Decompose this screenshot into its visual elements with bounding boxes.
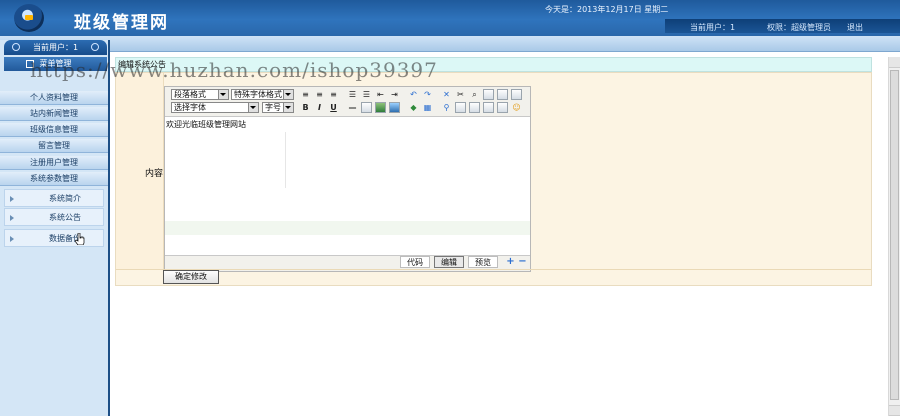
submit-button[interactable]: 确定修改 [163,270,219,284]
date-text: 今天是：2013年12月17日 星期二 [545,5,669,14]
font-size-select[interactable]: 字号 [262,102,294,113]
watermark-text: https://www.huzhan.com/ishop39397 [30,58,438,82]
form-row-divider [116,269,871,270]
role-text: 权限：超级管理员 [767,23,831,32]
sidebar-current-user: 当前用户：1 [4,40,107,55]
indent-icon[interactable]: ⇥ [389,89,400,100]
undo-icon[interactable]: ↶ [408,89,419,100]
app-title: 班级管理网 [74,13,169,33]
editor-background-line [285,132,286,188]
chevron-down-icon [250,106,256,109]
align-right-icon[interactable]: ≡ [328,89,339,100]
chevron-down-icon [285,106,291,109]
sidebar-item-system-params[interactable]: 系统参数管理 [0,172,108,186]
insert-link-icon[interactable]: ⚲ [441,102,452,113]
current-user-text: 当前用户：1 [690,23,736,32]
insert-media-icon[interactable] [389,102,400,113]
scroll-down-icon[interactable] [889,405,900,416]
sidebar-subitem-intro[interactable]: 系统简介 [4,189,104,207]
shrink-editor-icon[interactable]: − [518,257,527,267]
special-format-value: 特殊字体格式 [234,90,282,99]
mode-tab-code[interactable]: 代码 [400,256,430,268]
insert-date-icon[interactable] [469,102,480,113]
sidebar-item-news[interactable]: 站内新闻管理 [0,107,108,121]
bold-icon[interactable]: B [300,102,311,113]
insert-text-box-icon[interactable] [361,102,372,113]
paragraph-format-select[interactable]: 段落格式 [171,89,229,100]
sidebar-subitem-announcement[interactable]: 系统公告 [4,208,104,226]
chevron-right-icon [10,236,14,242]
copy-icon[interactable] [483,89,494,100]
sidebar-subitem-backup[interactable]: 数据备份 [4,229,104,247]
editor-content-area[interactable]: 欢迎光临班级管理网站 [165,116,530,256]
font-size-value: 字号 [265,103,281,112]
cut-icon[interactable]: ✂ [455,89,466,100]
underline-icon[interactable]: U [328,102,339,113]
sidebar-item-messages[interactable]: 留言管理 [0,139,108,153]
chevron-down-icon [220,93,226,96]
outdent-icon[interactable]: ⇤ [375,89,386,100]
italic-icon[interactable]: I [314,102,325,113]
paragraph-format-value: 段落格式 [174,90,206,99]
mode-tab-edit[interactable]: 编辑 [434,256,464,268]
mode-tab-preview[interactable]: 预览 [468,256,498,268]
print-icon[interactable] [511,89,522,100]
paste-icon[interactable] [497,89,508,100]
insert-table-icon[interactable]: ▦ [422,102,433,113]
user-icon [91,43,99,51]
rich-text-editor: 段落格式 特殊字体格式 ≡ ≡ ≡ ☰ ☰ ⇤ ⇥ ↶ ↷ ✕ ✂ ⌕ 选择字体… [164,86,531,272]
delete-icon[interactable]: ✕ [441,89,452,100]
logo-icon [14,4,44,32]
editor-content-text: 欢迎光临班级管理网站 [166,120,246,129]
chevron-right-icon [10,215,14,221]
redo-icon[interactable]: ↷ [422,89,433,100]
chevron-right-icon [10,196,14,202]
horizontal-rule-icon[interactable]: — [347,102,358,113]
unordered-list-icon[interactable]: ☰ [361,89,372,100]
sidebar-subitem-label: 系统简介 [49,194,81,203]
editor-background-band [165,221,530,235]
sidebar-current-user-label: 当前用户：1 [32,43,79,52]
insert-flash-icon[interactable]: ◆ [408,102,419,113]
sidebar-item-users[interactable]: 注册用户管理 [0,156,108,170]
chevron-down-icon [285,93,291,96]
sub-header-bar [0,36,900,52]
insert-special-char-icon[interactable] [455,102,466,113]
sidebar-item-class-info[interactable]: 班级信息管理 [0,123,108,137]
ordered-list-icon[interactable]: ☰ [347,89,358,100]
font-family-select[interactable]: 选择字体 [171,102,259,113]
align-center-icon[interactable]: ≡ [314,89,325,100]
content-field-label: 内容 [145,169,164,179]
user-icon [12,43,20,51]
insert-page-icon[interactable] [483,102,494,113]
insert-doc-icon[interactable] [497,102,508,113]
align-left-icon[interactable]: ≡ [300,89,311,100]
vertical-scrollbar[interactable] [888,57,900,416]
sidebar: 当前用户：1 菜单管理 个人资料管理 站内新闻管理 班级信息管理 留言管理 注册… [0,40,110,416]
logout-link[interactable]: 退出 [847,22,863,33]
expand-editor-icon[interactable]: + [506,257,515,267]
special-format-select[interactable]: 特殊字体格式 [231,89,294,100]
emoticon-icon[interactable]: ☺ [511,102,522,113]
sidebar-item-profile[interactable]: 个人资料管理 [0,91,108,105]
find-icon[interactable]: ⌕ [469,89,480,100]
sidebar-subitem-label: 系统公告 [49,213,81,222]
scroll-thumb[interactable] [890,70,899,400]
hand-cursor-icon [75,233,85,245]
font-family-value: 选择字体 [174,103,206,112]
insert-image-icon[interactable] [375,102,386,113]
scroll-up-icon[interactable] [889,57,900,68]
